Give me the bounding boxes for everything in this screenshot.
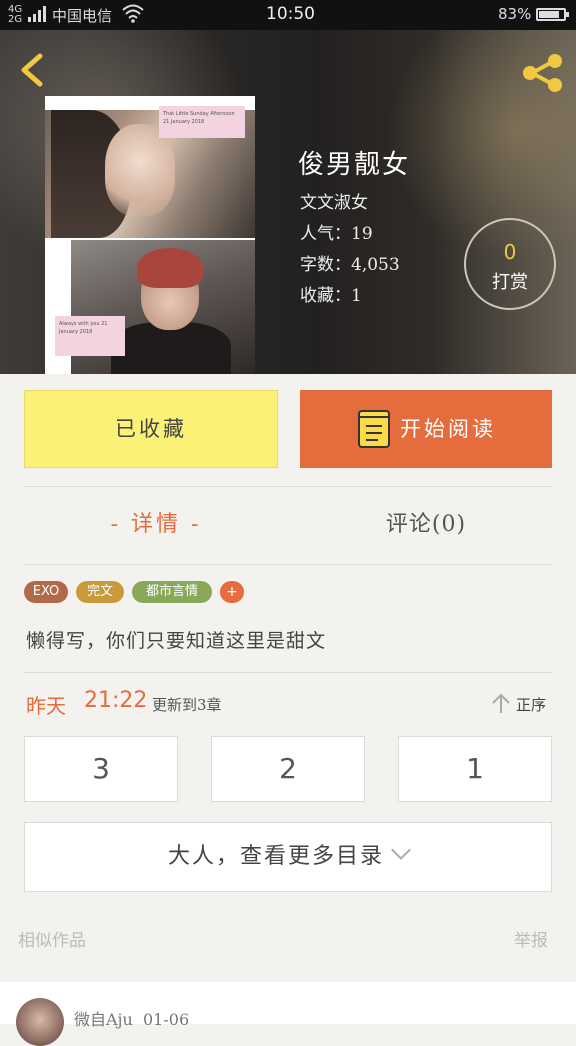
share-icon[interactable]	[520, 52, 566, 94]
cover-caption-bottom: Always with you 21 January 2018	[55, 316, 125, 356]
chapter-button[interactable]: 1	[398, 736, 552, 802]
book-cover: That Little Sunday Afternoon 21 January …	[45, 96, 255, 374]
avatar[interactable]	[16, 998, 64, 1046]
more-toc-button[interactable]: 大人，查看更多目录	[24, 822, 552, 892]
back-arrow-icon[interactable]	[14, 52, 50, 88]
tip-button[interactable]: 0 打赏	[464, 218, 556, 310]
sort-order-label[interactable]: 正序	[516, 694, 546, 715]
collected-button[interactable]: 已收藏	[24, 390, 278, 468]
update-day: 昨天	[26, 694, 66, 718]
comment-user-and-date: 微自Aju 01-06	[74, 1010, 190, 1029]
carrier-name: 中国电信	[52, 7, 113, 25]
battery-icon	[536, 8, 569, 21]
add-tag-button[interactable]: +	[220, 581, 244, 603]
book-popularity: 人气：19	[300, 224, 373, 244]
book-favorites: 收藏：1	[300, 286, 362, 306]
divider	[24, 672, 552, 673]
start-reading-button[interactable]: 开始阅读	[300, 390, 552, 468]
book-author[interactable]: 文文淑女	[300, 188, 368, 213]
similar-works-label: 相似作品	[18, 931, 86, 951]
book-description: 懒得写，你们只要知道这里是甜文	[26, 630, 327, 652]
tip-label: 打赏	[492, 272, 528, 293]
tag-exo[interactable]: EXO	[24, 581, 68, 603]
tip-count: 0	[503, 240, 517, 264]
book-title: 俊男靓女	[298, 150, 411, 180]
tag-urban-romance[interactable]: 都市言情	[132, 581, 212, 603]
divider	[24, 486, 552, 487]
more-toc-label: 大人，查看更多目录	[167, 844, 384, 869]
sort-arrow-up-icon[interactable]	[490, 692, 512, 714]
tab-detail[interactable]: - 详情 -	[24, 500, 288, 550]
start-reading-label: 开始阅读	[400, 417, 496, 441]
report-link[interactable]: 举报	[514, 926, 548, 951]
signal-indicator: 4G 2G	[8, 4, 23, 25]
chevron-down-icon	[391, 840, 411, 860]
cover-caption-top: That Little Sunday Afternoon 21 January …	[159, 106, 245, 138]
clock: 10:50	[266, 4, 315, 24]
tag-completed[interactable]: 完文	[76, 581, 124, 603]
chapter-button[interactable]: 2	[211, 736, 365, 802]
book-icon	[358, 410, 390, 448]
wifi-icon	[122, 4, 144, 23]
divider	[24, 564, 552, 565]
battery-percent: 83%	[498, 5, 532, 23]
book-word-count: 字数：4,053	[300, 255, 400, 275]
update-text: 更新到3章	[152, 696, 222, 714]
update-time: 21:22	[84, 688, 148, 713]
chapter-button[interactable]: 3	[24, 736, 178, 802]
tab-comments[interactable]: 评论(0)	[300, 500, 552, 550]
signal-bars-icon	[28, 6, 46, 22]
status-bar: 4G 2G 中国电信 10:50 83%	[0, 0, 576, 30]
